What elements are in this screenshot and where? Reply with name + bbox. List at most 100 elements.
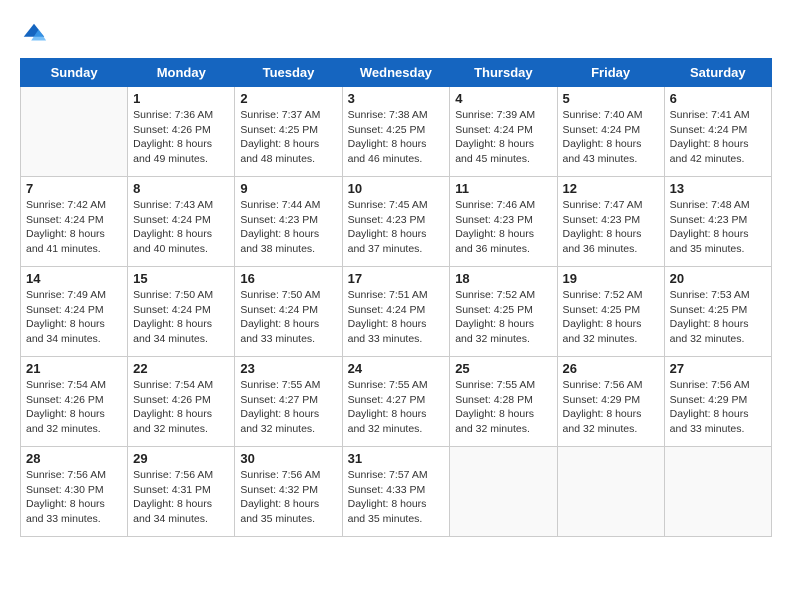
day-info: Sunrise: 7:52 AMSunset: 4:25 PMDaylight:… xyxy=(455,288,551,347)
calendar-cell: 2 Sunrise: 7:37 AMSunset: 4:25 PMDaylight… xyxy=(235,87,342,177)
day-number: 1 xyxy=(133,91,229,106)
weekday-header: Thursday xyxy=(450,59,557,87)
calendar-cell: 10 Sunrise: 7:45 AMSunset: 4:23 PMDayligh… xyxy=(342,177,450,267)
day-info: Sunrise: 7:42 AMSunset: 4:24 PMDaylight:… xyxy=(26,198,122,257)
day-number: 21 xyxy=(26,361,122,376)
day-number: 28 xyxy=(26,451,122,466)
day-info: Sunrise: 7:48 AMSunset: 4:23 PMDaylight:… xyxy=(670,198,766,257)
calendar-cell: 20 Sunrise: 7:53 AMSunset: 4:25 PMDayligh… xyxy=(664,267,771,357)
day-info: Sunrise: 7:56 AMSunset: 4:32 PMDaylight:… xyxy=(240,468,336,527)
weekday-header: Friday xyxy=(557,59,664,87)
calendar-table: SundayMondayTuesdayWednesdayThursdayFrid… xyxy=(20,58,772,537)
day-number: 27 xyxy=(670,361,766,376)
day-info: Sunrise: 7:56 AMSunset: 4:29 PMDaylight:… xyxy=(563,378,659,437)
calendar-cell xyxy=(664,447,771,537)
day-number: 20 xyxy=(670,271,766,286)
day-info: Sunrise: 7:55 AMSunset: 4:27 PMDaylight:… xyxy=(240,378,336,437)
day-info: Sunrise: 7:46 AMSunset: 4:23 PMDaylight:… xyxy=(455,198,551,257)
day-number: 10 xyxy=(348,181,445,196)
day-info: Sunrise: 7:38 AMSunset: 4:25 PMDaylight:… xyxy=(348,108,445,167)
day-info: Sunrise: 7:44 AMSunset: 4:23 PMDaylight:… xyxy=(240,198,336,257)
calendar-cell: 13 Sunrise: 7:48 AMSunset: 4:23 PMDayligh… xyxy=(664,177,771,267)
day-info: Sunrise: 7:55 AMSunset: 4:27 PMDaylight:… xyxy=(348,378,445,437)
day-number: 7 xyxy=(26,181,122,196)
day-number: 30 xyxy=(240,451,336,466)
day-info: Sunrise: 7:37 AMSunset: 4:25 PMDaylight:… xyxy=(240,108,336,167)
day-number: 13 xyxy=(670,181,766,196)
calendar-cell: 23Sunrise: 7:55 AMSunset: 4:27 PMDayligh… xyxy=(235,357,342,447)
calendar-cell: 7 Sunrise: 7:42 AMSunset: 4:24 PMDaylight… xyxy=(21,177,128,267)
day-number: 11 xyxy=(455,181,551,196)
calendar-cell xyxy=(557,447,664,537)
calendar-cell: 26 Sunrise: 7:56 AMSunset: 4:29 PMDayligh… xyxy=(557,357,664,447)
calendar-cell: 28 Sunrise: 7:56 AMSunset: 4:30 PMDayligh… xyxy=(21,447,128,537)
calendar-week-row: 1 Sunrise: 7:36 AMSunset: 4:26 PMDaylight… xyxy=(21,87,772,177)
calendar-cell: 12 Sunrise: 7:47 AMSunset: 4:23 PMDayligh… xyxy=(557,177,664,267)
day-number: 19 xyxy=(563,271,659,286)
day-number: 17 xyxy=(348,271,445,286)
day-number: 15 xyxy=(133,271,229,286)
day-info: Sunrise: 7:49 AMSunset: 4:24 PMDaylight:… xyxy=(26,288,122,347)
day-info: Sunrise: 7:39 AMSunset: 4:24 PMDaylight:… xyxy=(455,108,551,167)
logo-icon xyxy=(20,20,48,48)
day-info: Sunrise: 7:55 AMSunset: 4:28 PMDaylight:… xyxy=(455,378,551,437)
day-info: Sunrise: 7:56 AMSunset: 4:30 PMDaylight:… xyxy=(26,468,122,527)
weekday-header: Wednesday xyxy=(342,59,450,87)
day-info: Sunrise: 7:45 AMSunset: 4:23 PMDaylight:… xyxy=(348,198,445,257)
day-number: 4 xyxy=(455,91,551,106)
day-number: 9 xyxy=(240,181,336,196)
calendar-cell: 19 Sunrise: 7:52 AMSunset: 4:25 PMDayligh… xyxy=(557,267,664,357)
calendar-cell: 18 Sunrise: 7:52 AMSunset: 4:25 PMDayligh… xyxy=(450,267,557,357)
calendar-cell: 31Sunrise: 7:57 AMSunset: 4:33 PMDayligh… xyxy=(342,447,450,537)
calendar-cell: 25 Sunrise: 7:55 AMSunset: 4:28 PMDayligh… xyxy=(450,357,557,447)
calendar-week-row: 21 Sunrise: 7:54 AMSunset: 4:26 PMDayligh… xyxy=(21,357,772,447)
day-number: 5 xyxy=(563,91,659,106)
calendar-cell: 6 Sunrise: 7:41 AMSunset: 4:24 PMDaylight… xyxy=(664,87,771,177)
day-number: 26 xyxy=(563,361,659,376)
calendar-week-row: 28 Sunrise: 7:56 AMSunset: 4:30 PMDayligh… xyxy=(21,447,772,537)
day-number: 14 xyxy=(26,271,122,286)
day-info: Sunrise: 7:56 AMSunset: 4:29 PMDaylight:… xyxy=(670,378,766,437)
day-number: 2 xyxy=(240,91,336,106)
day-info: Sunrise: 7:36 AMSunset: 4:26 PMDaylight:… xyxy=(133,108,229,167)
day-info: Sunrise: 7:41 AMSunset: 4:24 PMDaylight:… xyxy=(670,108,766,167)
calendar-cell: 15 Sunrise: 7:50 AMSunset: 4:24 PMDayligh… xyxy=(128,267,235,357)
day-number: 6 xyxy=(670,91,766,106)
calendar-cell: 3 Sunrise: 7:38 AMSunset: 4:25 PMDaylight… xyxy=(342,87,450,177)
day-number: 22 xyxy=(133,361,229,376)
calendar-cell xyxy=(450,447,557,537)
day-number: 16 xyxy=(240,271,336,286)
calendar-cell: 27 Sunrise: 7:56 AMSunset: 4:29 PMDayligh… xyxy=(664,357,771,447)
calendar-cell: 9 Sunrise: 7:44 AMSunset: 4:23 PMDaylight… xyxy=(235,177,342,267)
day-number: 24 xyxy=(348,361,445,376)
day-info: Sunrise: 7:52 AMSunset: 4:25 PMDaylight:… xyxy=(563,288,659,347)
logo xyxy=(20,20,52,48)
day-number: 25 xyxy=(455,361,551,376)
calendar-cell: 22 Sunrise: 7:54 AMSunset: 4:26 PMDayligh… xyxy=(128,357,235,447)
calendar-week-row: 14 Sunrise: 7:49 AMSunset: 4:24 PMDayligh… xyxy=(21,267,772,357)
weekday-header: Tuesday xyxy=(235,59,342,87)
day-number: 12 xyxy=(563,181,659,196)
calendar-cell: 11 Sunrise: 7:46 AMSunset: 4:23 PMDayligh… xyxy=(450,177,557,267)
calendar-cell: 29Sunrise: 7:56 AMSunset: 4:31 PMDayligh… xyxy=(128,447,235,537)
day-number: 29 xyxy=(133,451,229,466)
calendar-cell: 17Sunrise: 7:51 AMSunset: 4:24 PMDayligh… xyxy=(342,267,450,357)
calendar-header-row: SundayMondayTuesdayWednesdayThursdayFrid… xyxy=(21,59,772,87)
day-info: Sunrise: 7:53 AMSunset: 4:25 PMDaylight:… xyxy=(670,288,766,347)
weekday-header: Monday xyxy=(128,59,235,87)
day-info: Sunrise: 7:50 AMSunset: 4:24 PMDaylight:… xyxy=(133,288,229,347)
calendar-cell xyxy=(21,87,128,177)
calendar-cell: 5Sunrise: 7:40 AMSunset: 4:24 PMDaylight… xyxy=(557,87,664,177)
day-info: Sunrise: 7:43 AMSunset: 4:24 PMDaylight:… xyxy=(133,198,229,257)
day-info: Sunrise: 7:47 AMSunset: 4:23 PMDaylight:… xyxy=(563,198,659,257)
calendar-cell: 30 Sunrise: 7:56 AMSunset: 4:32 PMDayligh… xyxy=(235,447,342,537)
day-number: 3 xyxy=(348,91,445,106)
day-info: Sunrise: 7:54 AMSunset: 4:26 PMDaylight:… xyxy=(133,378,229,437)
calendar-cell: 8 Sunrise: 7:43 AMSunset: 4:24 PMDaylight… xyxy=(128,177,235,267)
day-info: Sunrise: 7:54 AMSunset: 4:26 PMDaylight:… xyxy=(26,378,122,437)
calendar-cell: 4 Sunrise: 7:39 AMSunset: 4:24 PMDaylight… xyxy=(450,87,557,177)
day-number: 18 xyxy=(455,271,551,286)
day-number: 31 xyxy=(348,451,445,466)
calendar-cell: 14 Sunrise: 7:49 AMSunset: 4:24 PMDayligh… xyxy=(21,267,128,357)
day-number: 8 xyxy=(133,181,229,196)
